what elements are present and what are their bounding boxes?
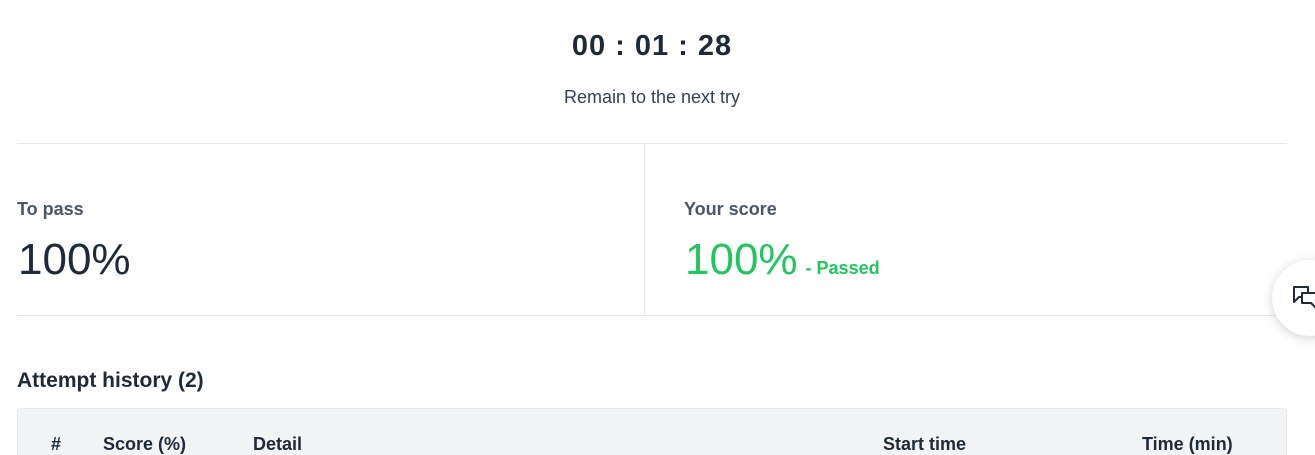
column-header-time[interactable]: Time (min) xyxy=(1142,434,1233,455)
column-header-start-time[interactable]: Start time xyxy=(883,434,966,455)
your-score-row: 100% - Passed xyxy=(685,235,880,285)
chat-bubbles-icon xyxy=(1293,286,1315,309)
score-status-badge: - Passed xyxy=(805,258,880,278)
divider xyxy=(17,315,1287,316)
your-score-label: Your score xyxy=(684,199,777,219)
column-header-detail[interactable]: Detail xyxy=(253,434,302,455)
attempt-history-title: Attempt history (2) xyxy=(17,369,204,392)
to-pass-value: 100% xyxy=(18,235,131,284)
quiz-result-page: 00 : 01 : 28 Remain to the next try To p… xyxy=(0,0,1315,455)
to-pass-label: To pass xyxy=(17,199,84,219)
your-score-value: 100% xyxy=(685,235,798,284)
attempt-history-table: # Score (%) Detail Start time Time (min) xyxy=(17,408,1287,455)
divider-vertical xyxy=(644,144,645,315)
countdown-timer: 00 : 01 : 28 xyxy=(571,30,733,62)
column-header-score[interactable]: Score (%) xyxy=(103,434,186,455)
chat-button[interactable] xyxy=(1272,260,1315,336)
countdown-caption: Remain to the next try xyxy=(563,87,741,107)
divider xyxy=(17,143,1287,144)
column-header-number[interactable]: # xyxy=(51,434,61,455)
